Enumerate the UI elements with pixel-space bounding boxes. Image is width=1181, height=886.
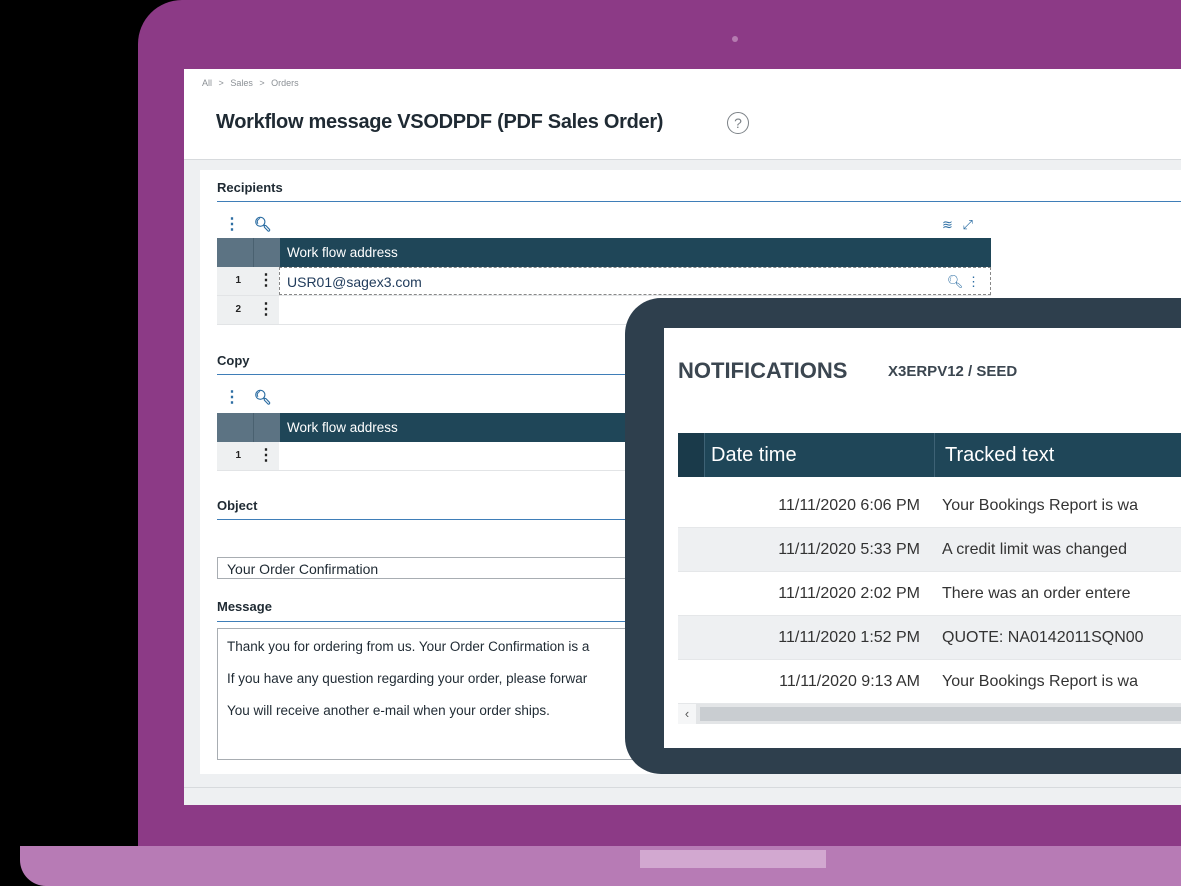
column-work-flow-address[interactable]: Work flow address: [280, 238, 991, 267]
page-header: All > Sales > Orders Workflow message VS…: [184, 69, 1181, 160]
expand-icon[interactable]: ⤢: [963, 217, 973, 232]
row-date: 11/11/2020 2:02 PM: [778, 585, 920, 602]
divider: [217, 201, 1181, 202]
row-actions-icon[interactable]: ⋮: [253, 296, 279, 324]
search-icon[interactable]: 🔍︎: [254, 389, 272, 405]
row-text: Your Bookings Report is wa: [942, 497, 1138, 514]
row-date: 11/11/2020 5:33 PM: [778, 541, 920, 558]
row-number: 1: [217, 442, 253, 470]
notifications-table: 11/11/2020 6:06 PM Your Bookings Report …: [678, 484, 1181, 704]
table-row[interactable]: 11/11/2020 6:06 PM Your Bookings Report …: [678, 484, 1181, 528]
column-tracked-text[interactable]: Tracked text: [935, 433, 1181, 477]
header-num-cell: [217, 238, 254, 267]
copy-title: Copy: [217, 353, 250, 368]
row-actions-icon[interactable]: ⋮: [253, 442, 279, 470]
grid-tools: ≋ ⤢: [942, 217, 973, 233]
column-date-time[interactable]: Date time: [705, 433, 935, 477]
horizontal-scrollbar[interactable]: ‹: [678, 704, 1181, 724]
camera-dot: [732, 36, 738, 42]
laptop-base: [20, 846, 1181, 886]
breadcrumb-all[interactable]: All: [202, 78, 212, 88]
breadcrumb: All > Sales > Orders: [202, 78, 303, 88]
page-title: Workflow message VSODPDF (PDF Sales Orde…: [216, 111, 664, 133]
header-select-cell: [678, 433, 705, 477]
row-date: 11/11/2020 6:06 PM: [778, 497, 920, 514]
grid-header: Work flow address: [217, 238, 991, 267]
row-number: 1: [217, 267, 253, 295]
recipients-toolbar: ⋮ 🔍︎: [224, 214, 272, 234]
header-action-cell: [254, 238, 280, 267]
breadcrumb-separator: >: [218, 78, 224, 88]
breadcrumb-sales[interactable]: Sales: [230, 78, 253, 88]
address-value: USR01@sagex3.com: [287, 274, 422, 290]
scrollbar-thumb[interactable]: [700, 707, 1181, 721]
address-input[interactable]: USR01@sagex3.com 🔍︎ ⋮: [279, 267, 991, 295]
table-row: 1 ⋮ USR01@sagex3.com 🔍︎ ⋮: [217, 267, 991, 296]
notifications-header: Date time Tracked text: [678, 433, 1181, 477]
copy-toolbar: ⋮ 🔍︎: [224, 387, 272, 407]
layers-icon[interactable]: ≋: [942, 217, 953, 232]
breadcrumb-orders[interactable]: Orders: [271, 78, 299, 88]
notifications-panel: NOTIFICATIONS X3ERPV12 / SEED Date time …: [664, 328, 1181, 748]
help-icon[interactable]: ?: [727, 112, 749, 134]
vertical-dots-icon[interactable]: ⋮: [224, 216, 240, 233]
table-row[interactable]: 11/11/2020 2:02 PM There was an order en…: [678, 572, 1181, 616]
row-text: A credit limit was changed: [942, 541, 1127, 558]
table-row[interactable]: 11/11/2020 1:52 PM QUOTE: NA0142011SQN00: [678, 616, 1181, 660]
row-number: 2: [217, 296, 253, 324]
table-row[interactable]: 11/11/2020 9:13 AM Your Bookings Report …: [678, 660, 1181, 704]
chevron-left-icon[interactable]: ‹: [678, 704, 696, 724]
row-text: Your Bookings Report is wa: [942, 673, 1138, 690]
breadcrumb-separator: >: [259, 78, 265, 88]
row-date: 11/11/2020 1:52 PM: [778, 629, 920, 646]
header-num-cell: [217, 413, 254, 442]
divider: [184, 787, 1181, 788]
row-text: QUOTE: NA0142011SQN00: [942, 629, 1144, 646]
row-text: There was an order entere: [942, 585, 1131, 602]
row-date: 11/11/2020 9:13 AM: [779, 673, 920, 690]
notifications-title: NOTIFICATIONS: [678, 358, 848, 383]
row-actions-icon[interactable]: ⋮: [253, 267, 279, 295]
search-icon[interactable]: 🔍︎: [254, 216, 272, 232]
message-title: Message: [217, 599, 272, 614]
table-row[interactable]: 11/11/2020 5:33 PM A credit limit was ch…: [678, 528, 1181, 572]
object-title: Object: [217, 498, 258, 513]
recipients-title: Recipients: [217, 180, 283, 195]
laptop-notch: [640, 850, 826, 868]
vertical-dots-icon[interactable]: ⋮: [224, 389, 240, 406]
lookup-icon[interactable]: 🔍︎ ⋮: [947, 268, 980, 296]
notifications-subtitle: X3ERPV12 / SEED: [888, 363, 1018, 380]
header-action-cell: [254, 413, 280, 442]
